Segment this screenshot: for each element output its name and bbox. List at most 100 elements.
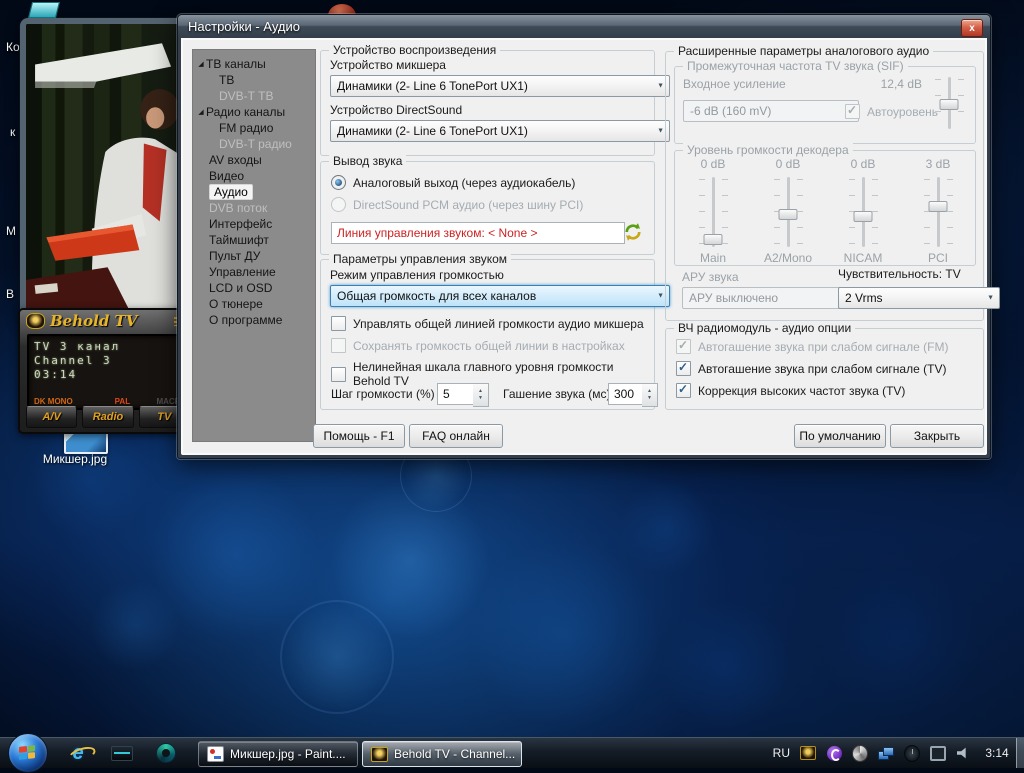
directsound-device-label: Устройство DirectSound — [330, 103, 462, 117]
desktop-icon-label[interactable]: В — [6, 287, 14, 301]
widget-av-button[interactable]: A/V — [26, 406, 77, 428]
mixer-device-label: Устройство микшера — [330, 58, 446, 72]
language-indicator[interactable]: RU — [773, 746, 790, 760]
chevron-down-icon: ▼ — [657, 293, 664, 300]
checkbox-icon — [331, 316, 346, 331]
taskbar-paint-button[interactable]: Микшер.jpg - Paint.... — [198, 741, 358, 767]
tree-expand-icon[interactable]: ◢ — [196, 60, 206, 68]
start-button[interactable] — [8, 733, 48, 773]
slider-name: Main — [677, 251, 749, 265]
media-app-icon[interactable] — [110, 742, 134, 764]
behold-eye-icon — [26, 313, 45, 329]
master-line-checkbox[interactable]: Управлять общей линией громкости аудио м… — [331, 316, 644, 331]
updater-tray-icon[interactable] — [852, 745, 868, 761]
sensitivity-select[interactable]: 2 Vrms▼ — [838, 287, 1000, 309]
help-button[interactable]: Помощь - F1 — [313, 424, 405, 448]
volume-tray-icon[interactable] — [956, 745, 972, 761]
mixer-jpg-label[interactable]: Микшер.jpg — [20, 452, 130, 466]
sensitivity-label: Чувствительность: TV — [838, 267, 961, 281]
settings-category-tree: ◢ТВ каналы ТВ DVB-T ТВ ◢Радио каналы FM … — [192, 49, 316, 442]
dialog-client-area: ◢ТВ каналы ТВ DVB-T ТВ ◢Радио каналы FM … — [181, 38, 987, 455]
sif-level-value: 12,4 dB — [860, 77, 922, 91]
analog-output-radio[interactable]: Аналоговый выход (через аудиокабель) — [331, 175, 575, 190]
bokeh-circle — [660, 600, 790, 730]
mute-time-spinner[interactable]: ▲▼ — [642, 383, 658, 407]
radio-icon — [331, 175, 346, 190]
decoder-slider-main: 0 dB Main — [677, 157, 749, 265]
slider-value: 3 dB — [902, 157, 974, 171]
input-gain-select: -6 dB (160 mV)▼ — [683, 100, 859, 122]
internet-explorer-icon[interactable]: e — [66, 742, 90, 764]
volume-mode-select[interactable]: Общая громкость для всех каналов▼ — [330, 285, 670, 307]
behold-tv-widget[interactable]: Behold TV TV 3 канал Channel 3 03:14 DK … — [18, 308, 194, 434]
hf-correction-checkbox[interactable]: Коррекция высоких частот звука (TV) — [676, 383, 905, 398]
close-button[interactable]: Закрыть — [890, 424, 984, 448]
sidebar-item-about-tuner[interactable]: О тюнере — [193, 296, 315, 312]
decoder-volume-group: Уровень громкости декодера 0 dB Main 0 d… — [674, 150, 976, 266]
sidebar-item-timeshift[interactable]: Таймшифт — [193, 232, 315, 248]
sidebar-item-tv-channels[interactable]: ◢ТВ каналы — [193, 56, 315, 72]
lcd-line-3: 03:14 — [34, 368, 178, 382]
system-tray: RU 3:14 — [773, 738, 1012, 768]
tv-video-window[interactable] — [20, 18, 202, 318]
faq-button[interactable]: FAQ онлайн — [409, 424, 503, 448]
sidebar-item-radio-channels[interactable]: ◢Радио каналы — [193, 104, 315, 120]
mixer-device-select[interactable]: Динамики (2- Line 6 TonePort UX1)▼ — [330, 75, 670, 97]
behold-tray-icon[interactable] — [800, 745, 816, 761]
sidebar-item-interface[interactable]: Интерфейс — [193, 216, 315, 232]
slider-name: A2/Mono — [752, 251, 824, 265]
sidebar-item-audio[interactable]: Аудио — [193, 184, 315, 200]
taskbar-clock[interactable]: 3:14 — [982, 746, 1012, 760]
playback-device-group: Устройство воспроизведения Устройство ми… — [320, 50, 655, 156]
directsound-device-select[interactable]: Динамики (2- Line 6 TonePort UX1)▼ — [330, 120, 670, 142]
widget-radio-button[interactable]: Radio — [82, 406, 133, 428]
volume-step-spinner[interactable]: ▲▼ — [473, 383, 489, 407]
lcd-status-standard: PAL — [115, 397, 130, 406]
slider-thumb — [704, 234, 723, 245]
volume-step-input[interactable]: 5 — [437, 383, 475, 405]
show-desktop-button[interactable] — [1016, 738, 1024, 768]
sidebar-item-control[interactable]: Управление — [193, 264, 315, 280]
widget-lcd: TV 3 канал Channel 3 03:14 DK MONO PAL M… — [27, 334, 185, 410]
lcd-line-1: TV 3 канал — [34, 340, 178, 354]
bokeh-circle — [620, 480, 715, 575]
media-player-icon[interactable] — [154, 742, 178, 764]
close-icon[interactable]: x — [961, 19, 983, 37]
sidebar-item-fm-radio[interactable]: FM радио — [193, 120, 315, 136]
taskbar: e Микшер.jpg - Paint.... Behold TV - Cha… — [0, 737, 1024, 768]
desktop-icon-label[interactable]: М — [6, 224, 16, 238]
tree-expand-icon[interactable]: ◢ — [196, 108, 206, 116]
widget-titlebar[interactable]: Behold TV — [20, 310, 192, 332]
taskbar-behold-button[interactable]: Behold TV - Channel... — [362, 741, 522, 767]
checkbox-icon — [676, 361, 691, 376]
slider-value: 0 dB — [827, 157, 899, 171]
torrent-tray-icon[interactable] — [826, 745, 842, 761]
desktop-icon-label[interactable]: Ко — [6, 40, 20, 54]
refresh-sound-line-icon[interactable] — [623, 222, 643, 242]
clock-tray-icon[interactable] — [904, 745, 920, 761]
defaults-button[interactable]: По умолчанию — [794, 424, 886, 448]
desktop-icon-label[interactable]: к — [10, 125, 15, 139]
paint-icon — [207, 746, 224, 762]
sidebar-item-video[interactable]: Видео — [193, 168, 315, 184]
lcd-line-2: Channel 3 — [34, 354, 178, 368]
sif-level-slider — [937, 77, 961, 129]
mute-weak-tv-checkbox[interactable]: Автогашение звука при слабом сигнале (TV… — [676, 361, 946, 376]
sidebar-item-about-program[interactable]: О программе — [193, 312, 315, 328]
sidebar-item-av-inputs[interactable]: AV входы — [193, 152, 315, 168]
display-tray-icon[interactable] — [930, 745, 946, 761]
bokeh-circle — [470, 540, 660, 730]
sidebar-item-lcd-osd[interactable]: LCD и OSD — [193, 280, 315, 296]
chevron-down-icon: ▼ — [657, 128, 664, 135]
sidebar-item-dvbt-radio: DVB-T радио — [193, 136, 315, 152]
nonlinear-scale-checkbox[interactable]: Нелинейная шкала главного уровня громкос… — [331, 360, 654, 388]
chevron-down-icon: ▼ — [657, 83, 664, 90]
checkbox-icon — [676, 339, 691, 354]
checkbox-icon — [676, 383, 691, 398]
sound-control-line-field[interactable]: Линия управления звуком: < None > — [331, 222, 625, 244]
sidebar-item-remote[interactable]: Пульт ДУ — [193, 248, 315, 264]
sidebar-item-dvbt-tv: DVB-T ТВ — [193, 88, 315, 104]
sidebar-item-tv[interactable]: ТВ — [193, 72, 315, 88]
dialog-titlebar[interactable]: Настройки - Аудио — [178, 15, 990, 38]
network-tray-icon[interactable] — [878, 745, 894, 761]
